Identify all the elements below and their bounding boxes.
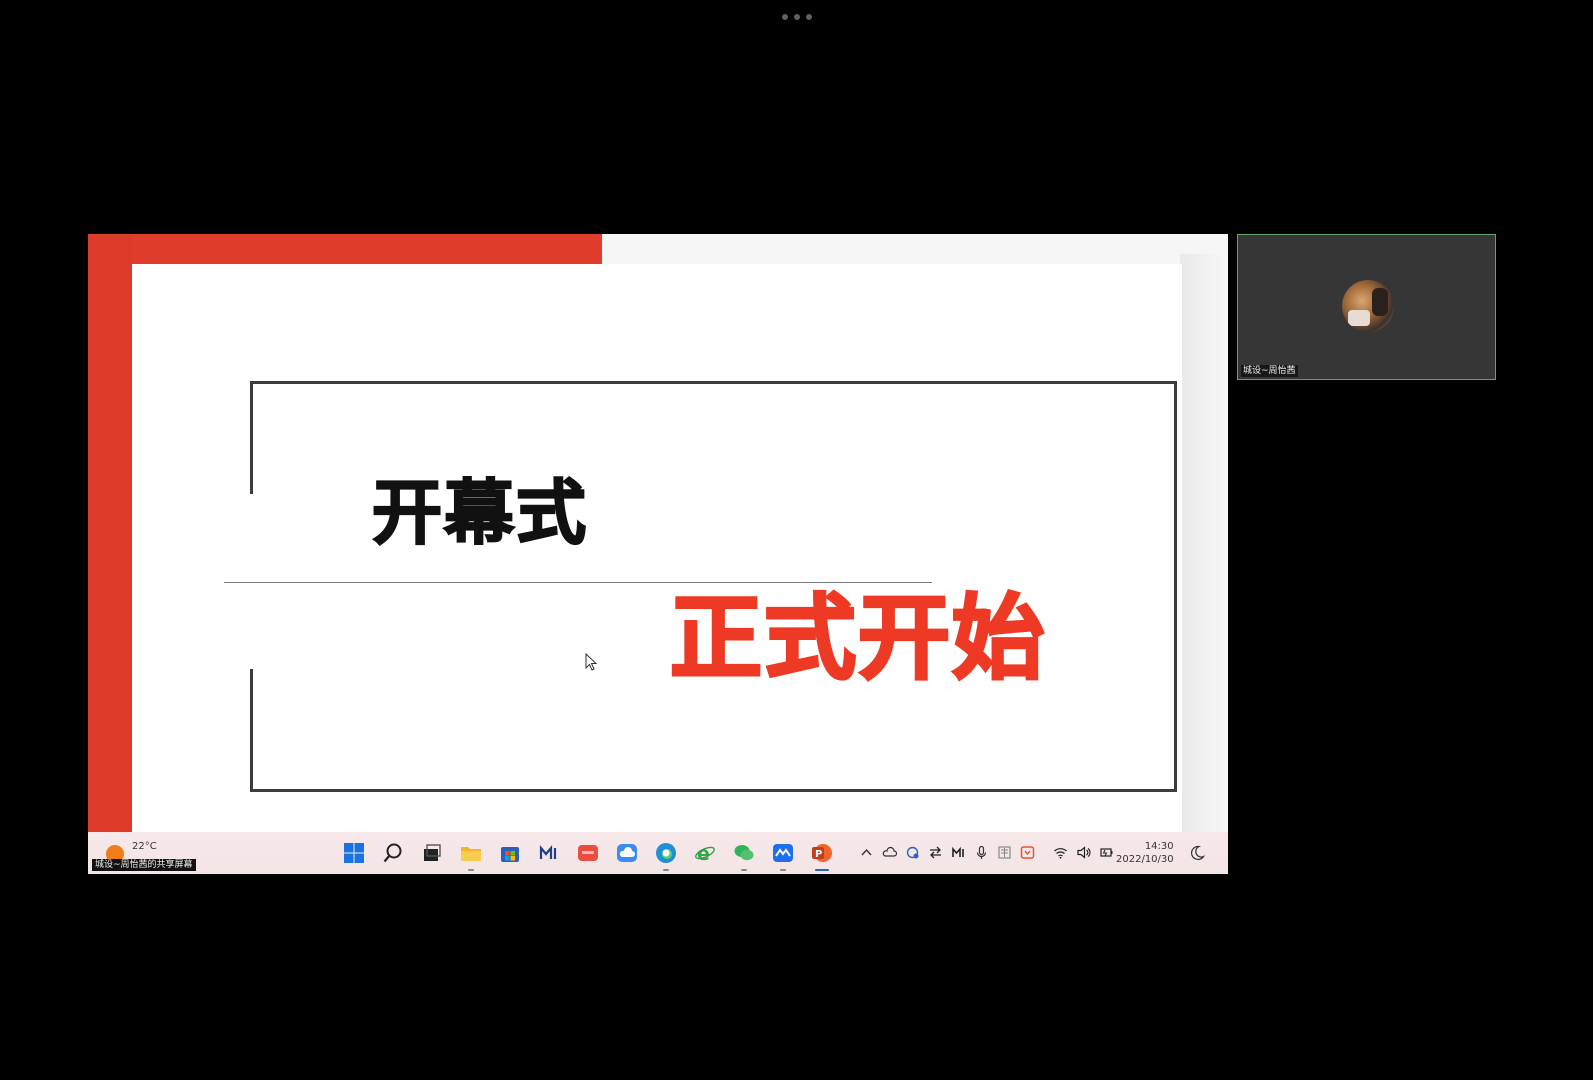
task-view-button[interactable] (418, 839, 446, 867)
slide-frame (1174, 381, 1177, 792)
avatar-detail (1372, 288, 1388, 316)
slide-divider (224, 582, 932, 583)
share-caption: 城设~周怡茜的共享屏幕 (92, 859, 196, 871)
windows-taskbar: 22°C 城设~周怡茜的共享屏幕 e P 14:30 2022/10/30 (88, 832, 1228, 874)
svg-text:e: e (697, 843, 710, 864)
clock-date: 2022/10/30 (1116, 854, 1174, 865)
slide-accent-top (88, 234, 602, 264)
sync-icon (906, 846, 918, 858)
clock-time: 14:30 (1144, 841, 1174, 852)
tray-cloud[interactable] (879, 842, 899, 862)
system-tray (856, 842, 1119, 862)
m-tray-icon (951, 846, 964, 857)
tray-battery[interactable] (1096, 842, 1116, 862)
folder-icon (461, 847, 481, 861)
search-button[interactable] (379, 839, 407, 867)
avatar (1342, 280, 1394, 332)
slide-frame (250, 789, 1177, 792)
ie-browser-icon: e (695, 843, 715, 864)
chevron-up-icon (860, 848, 872, 855)
microphone-icon (976, 845, 986, 859)
svg-text:P: P (815, 849, 822, 860)
running-indicator (815, 869, 829, 871)
start-button[interactable] (340, 839, 368, 867)
taskbar-app-file-explorer[interactable] (457, 839, 485, 871)
wifi-icon (1053, 847, 1067, 859)
taskbar-app-red[interactable] (574, 839, 602, 867)
more-options-button[interactable] (782, 12, 812, 22)
focus-assist-moon-icon[interactable] (1188, 844, 1206, 862)
taskbar-clock[interactable]: 14:30 2022/10/30 (1116, 840, 1174, 866)
meeting-window: 开幕式 正式开始 22°C 城设~周怡茜的共享屏幕 e P 14:30 2022… (0, 0, 1593, 1080)
show-hidden-icons-button[interactable] (856, 842, 876, 862)
ime-icon (997, 845, 1011, 859)
meeting-app-icon (773, 844, 793, 862)
running-indicator (741, 869, 747, 871)
slide-frame (250, 381, 1177, 384)
taskbar-app-cloud[interactable] (613, 839, 641, 867)
tray-microphone[interactable] (971, 842, 991, 862)
tray-wifi[interactable] (1050, 842, 1070, 862)
windows-logo-icon (344, 843, 364, 863)
cloud-app-icon (617, 844, 637, 862)
taskbar-app-wechat[interactable] (730, 839, 758, 871)
slide-frame (250, 381, 253, 494)
tray-transfer[interactable] (925, 842, 945, 862)
taskbar-app-meeting[interactable] (769, 839, 797, 871)
taskbar-app-m[interactable] (535, 839, 563, 867)
running-indicator (780, 869, 786, 871)
red-app-icon (578, 845, 598, 861)
slide-frame (250, 669, 253, 792)
taskbar-app-store[interactable] (496, 839, 524, 867)
avatar-detail (1348, 310, 1370, 326)
tray-wps[interactable] (1017, 842, 1037, 862)
running-indicator (468, 869, 474, 871)
m-app-icon (539, 844, 557, 859)
shared-screen: 开幕式 正式开始 22°C 城设~周怡茜的共享屏幕 e P 14:30 2022… (88, 234, 1228, 874)
slide-accent-left (88, 234, 132, 832)
tray-m-app[interactable] (948, 842, 968, 862)
taskbar-app-edge[interactable] (652, 839, 680, 871)
running-indicator (663, 869, 669, 871)
participant-name: 城设~周怡茜 (1241, 365, 1298, 377)
task-view-icon (424, 844, 441, 861)
participant-tile[interactable]: 城设~周怡茜 (1237, 234, 1496, 380)
taskbar-app-ie[interactable]: e (691, 839, 719, 867)
slide-shadow (1180, 254, 1228, 832)
dot (806, 14, 812, 20)
cloud-icon (882, 846, 897, 857)
tray-sync[interactable] (902, 842, 922, 862)
search-icon (383, 843, 402, 863)
taskbar-app-powerpoint[interactable]: P (808, 839, 836, 871)
tray-ime[interactable] (994, 842, 1014, 862)
weather-temperature: 22°C (132, 841, 157, 852)
slide-subtitle: 正式开始 (668, 584, 1047, 693)
wps-icon (1020, 845, 1034, 859)
edge-browser-icon (656, 843, 676, 863)
transfer-icon (929, 846, 941, 858)
mouse-cursor-icon (585, 653, 598, 671)
dot (782, 14, 788, 20)
tray-volume[interactable] (1073, 842, 1093, 862)
wechat-icon (734, 845, 754, 861)
slide-title: 开幕式 (371, 471, 588, 555)
taskbar-apps: e P (340, 839, 847, 871)
volume-icon (1076, 845, 1090, 859)
presentation-slide: 开幕式 正式开始 (132, 264, 1182, 832)
powerpoint-icon: P (812, 844, 832, 862)
battery-icon (1099, 847, 1112, 857)
dot (794, 14, 800, 20)
store-icon (501, 847, 519, 862)
